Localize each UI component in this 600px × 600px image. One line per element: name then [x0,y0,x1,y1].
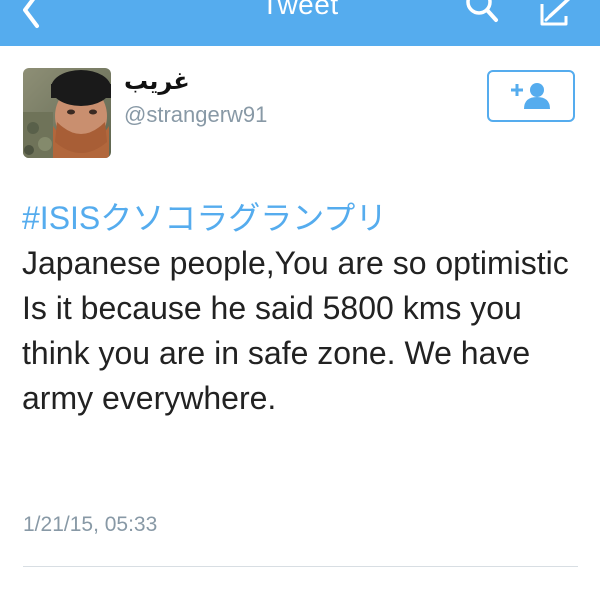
user-handle[interactable]: @strangerw91 [124,102,267,128]
tweet-text: #ISISクソコラグランプリ Japanese people,You are s… [22,196,582,421]
tweet-body: Japanese people,You are so optimistic Is… [22,245,569,416]
display-name[interactable]: غريب [124,66,190,96]
compose-button[interactable] [536,0,580,28]
add-user-icon [511,83,550,109]
top-navigation-bar: Tweet [0,0,600,46]
follow-button[interactable] [487,70,575,122]
tweet-timestamp: 1/21/15, 05:33 [23,513,158,536]
search-icon [466,0,498,22]
divider [23,566,578,567]
compose-icon [540,0,571,26]
page-title: Tweet [261,0,339,20]
hashtag-link[interactable]: #ISISクソコラグランプリ [22,196,582,241]
avatar[interactable] [23,68,111,158]
search-button[interactable] [462,0,502,26]
profile-photo [23,68,111,158]
